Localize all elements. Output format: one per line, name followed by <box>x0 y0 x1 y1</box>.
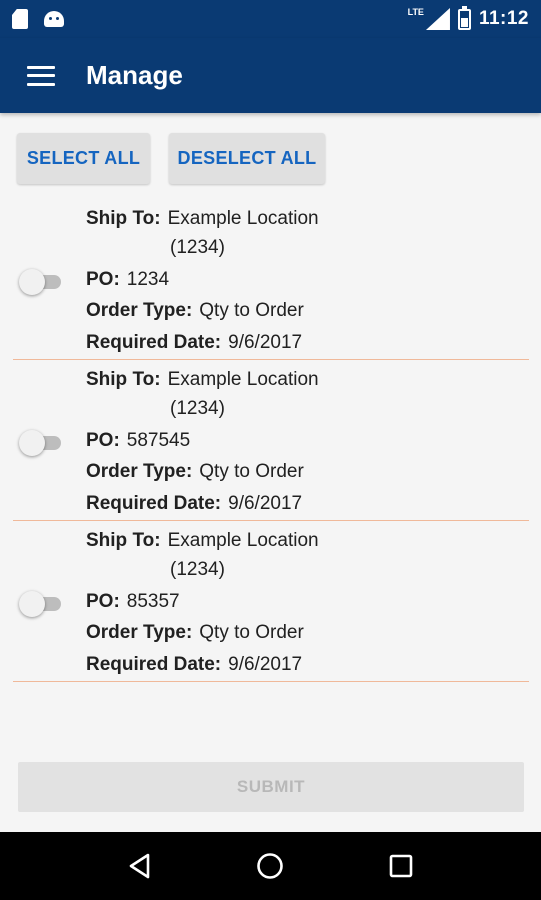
order-select-toggle[interactable] <box>19 267 63 297</box>
app-bar: Manage <box>0 38 541 113</box>
toggle-thumb <box>19 430 45 456</box>
ship-to-value: Example Location <box>167 530 319 551</box>
page-title: Manage <box>86 60 183 90</box>
ship-to-label: Ship To: <box>86 369 161 390</box>
order-type-label: Order Type: <box>86 300 193 321</box>
order-select-toggle[interactable] <box>19 589 63 619</box>
ship-to-label: Ship To: <box>86 530 161 551</box>
order-list-item: Ship To: Example Location (1234) PO: 58754… <box>13 360 529 521</box>
battery-icon <box>457 5 471 30</box>
order-type-value: Qty to Order <box>199 300 304 321</box>
order-list-item: Ship To: Example Location (1234) PO: 85357… <box>13 521 529 682</box>
toggle-thumb <box>19 591 45 617</box>
po-label: PO: <box>86 591 120 612</box>
sd-card-icon <box>12 9 28 29</box>
ship-to-value-line2: (1234) <box>170 559 225 580</box>
po-label: PO: <box>86 430 120 451</box>
ship-to-value: Example Location <box>167 369 319 390</box>
recents-icon[interactable] <box>381 846 421 886</box>
ship-to-label: Ship To: <box>86 208 161 229</box>
required-date-row: Required Date: 9/6/2017 <box>86 493 302 515</box>
po-row: PO: 1234 <box>86 269 169 291</box>
po-row: PO: 587545 <box>86 430 190 452</box>
status-bar: LTE 11:12 <box>0 0 541 38</box>
order-select-toggle[interactable] <box>19 428 63 458</box>
status-clock: 11:12 <box>478 8 529 29</box>
back-icon[interactable] <box>120 846 160 886</box>
po-label: PO: <box>86 269 120 290</box>
required-date-value: 9/6/2017 <box>228 493 303 514</box>
order-type-row: Order Type: Qty to Order <box>86 300 304 322</box>
ship-to-row: Ship To: Example Location <box>86 530 319 552</box>
order-list-item: Ship To: Example Location (1234) PO: 1234 … <box>13 199 529 360</box>
system-nav-bar <box>0 832 541 900</box>
order-type-label: Order Type: <box>86 461 193 482</box>
order-type-value: Qty to Order <box>199 461 304 482</box>
required-date-row: Required Date: 9/6/2017 <box>86 654 302 676</box>
toggle-thumb <box>19 269 45 295</box>
order-type-row: Order Type: Qty to Order <box>86 461 304 483</box>
select-all-button[interactable]: SELECT ALL <box>17 133 150 184</box>
required-date-label: Required Date: <box>86 654 222 675</box>
ship-to-value-line2: (1234) <box>170 237 225 258</box>
required-date-label: Required Date: <box>86 493 222 514</box>
ship-to-row: Ship To: Example Location <box>86 369 319 391</box>
order-type-value: Qty to Order <box>199 622 304 643</box>
home-icon[interactable] <box>250 846 290 886</box>
order-type-label: Order Type: <box>86 622 193 643</box>
deselect-all-button[interactable]: DESELECT ALL <box>169 133 325 184</box>
ship-to-row: Ship To: Example Location <box>86 208 319 230</box>
submit-button[interactable]: SUBMIT <box>18 762 524 812</box>
po-row: PO: 85357 <box>86 591 180 613</box>
ship-to-value: Example Location <box>167 208 319 229</box>
ship-to-value-line2: (1234) <box>170 398 225 419</box>
network-type-label: LTE <box>407 7 424 17</box>
required-date-value: 9/6/2017 <box>228 332 303 353</box>
required-date-label: Required Date: <box>86 332 222 353</box>
required-date-value: 9/6/2017 <box>228 654 303 675</box>
required-date-row: Required Date: 9/6/2017 <box>86 332 302 354</box>
po-value: 85357 <box>126 591 180 612</box>
po-value: 587545 <box>126 430 191 451</box>
android-icon <box>44 11 64 27</box>
signal-icon <box>425 8 450 30</box>
hamburger-menu-icon[interactable] <box>27 65 55 86</box>
order-type-row: Order Type: Qty to Order <box>86 622 304 644</box>
po-value: 1234 <box>126 269 170 290</box>
